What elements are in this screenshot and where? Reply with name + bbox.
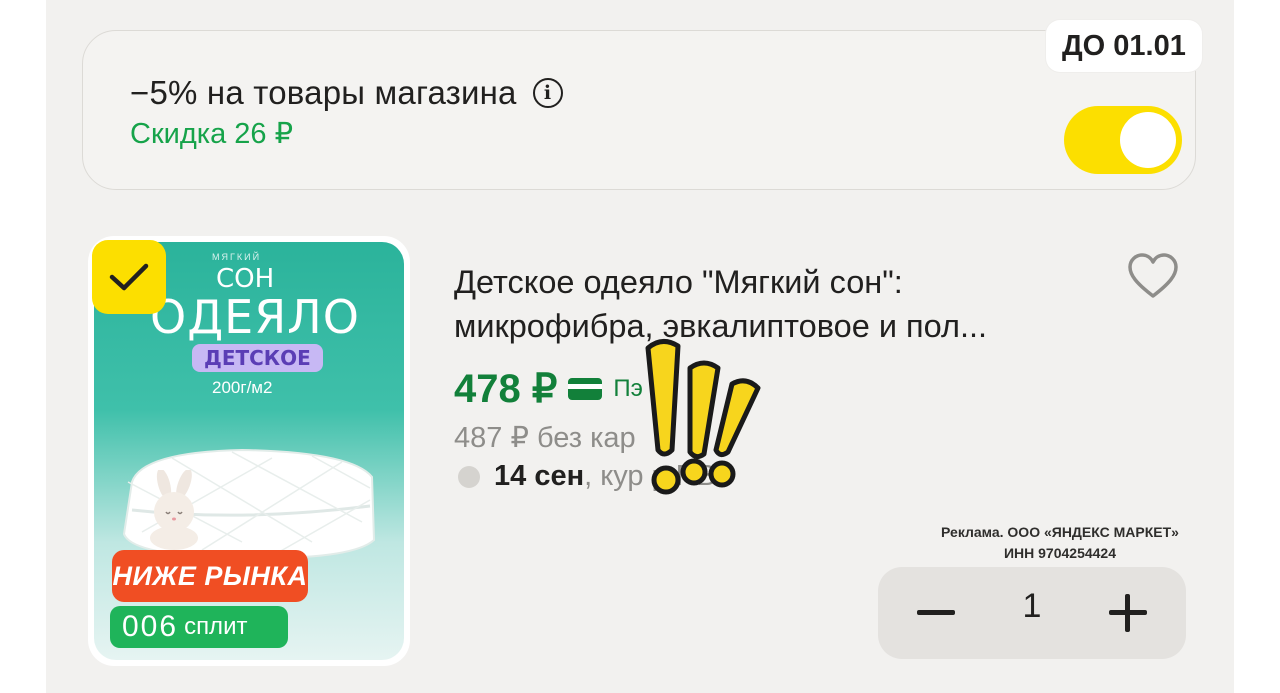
split-badge: 006 сплит — [110, 606, 288, 648]
split-label: сплит — [184, 613, 248, 640]
split-amount: 006 — [122, 610, 179, 643]
ad-line-2: ИНН 9704254424 — [1003, 545, 1117, 561]
promo-title-text: −5% на товары магазина — [130, 74, 517, 111]
ad-disclaimer: Реклама. ООО «ЯНДЕКС МАРКЕТ» ИНН 9704254… — [912, 522, 1208, 564]
plus-icon — [1109, 594, 1147, 632]
image-density: 200г/м2 — [212, 378, 273, 397]
quantity-value: 1 — [1022, 587, 1042, 625]
minus-icon — [917, 610, 955, 615]
select-checkbox[interactable] — [92, 240, 166, 314]
heart-outline-icon[interactable] — [1126, 252, 1180, 300]
info-icon[interactable]: i — [532, 78, 563, 108]
toggle-knob — [1120, 112, 1176, 168]
quantity-stepper: 1 — [878, 567, 1186, 659]
product-title[interactable]: Детское одеяло "Мягкий сон": микрофибра,… — [454, 260, 1104, 348]
old-price: 487 ₽ без кар — [454, 422, 636, 454]
promo-title: −5% на товары магазина i — [130, 74, 563, 112]
image-kids-label: ДЕТСКОЕ — [192, 344, 323, 372]
card-icon — [568, 378, 603, 400]
check-icon — [109, 263, 149, 291]
ad-line-1: Реклама. ООО «ЯНДЕКС МАРКЕТ» — [941, 524, 1179, 540]
brand-small-text: МЯГКИЙ — [212, 252, 262, 262]
promo-until-badge: ДО 01.01 — [1046, 20, 1202, 72]
decrease-button[interactable] — [908, 585, 964, 641]
price: 478 ₽ — [454, 367, 558, 411]
price-row: 478 ₽ Пэ — [454, 366, 643, 412]
delivery-dot — [458, 465, 480, 488]
image-title: ОДЕЯЛО — [150, 290, 360, 344]
promo-discount: Скидка 26 ₽ — [130, 118, 294, 150]
increase-button[interactable] — [1100, 585, 1156, 641]
promo-toggle[interactable] — [1064, 106, 1182, 174]
delivery-date: 14 сен — [494, 460, 585, 492]
exclamation-sticker — [645, 339, 761, 495]
bunny-illustration — [150, 470, 198, 550]
below-market-badge: НИЖЕ РЫНКА — [112, 550, 308, 602]
